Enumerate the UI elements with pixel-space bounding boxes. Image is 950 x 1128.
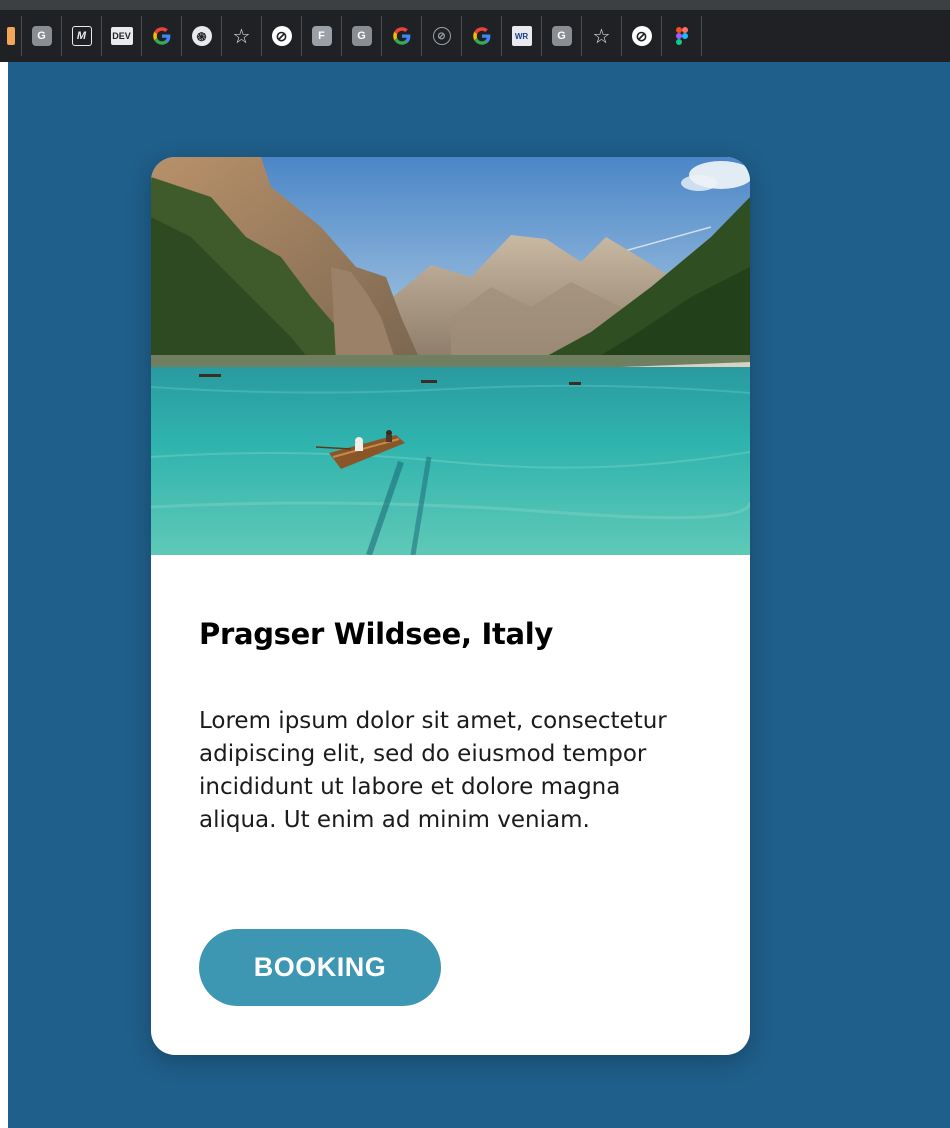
bookmark-g-2[interactable]: G (342, 16, 382, 56)
destination-card: Pragser Wildsee, Italy Lorem ipsum dolor… (151, 157, 750, 1055)
bookmark-g-1[interactable]: G (22, 16, 62, 56)
bookmark-openai[interactable]: ֍ (182, 16, 222, 56)
grey-g-icon: G (31, 26, 52, 46)
page: G M DEV ֍ ☆ ⊘ F G ⊘ WR G ☆ ⊘ Pragser Wil… (0, 0, 950, 1128)
bookmark-compass[interactable]: ⊘ (422, 16, 462, 56)
bookmark-circle-slash-1[interactable]: ⊘ (262, 16, 302, 56)
circle-slash-icon: ⊘ (271, 26, 292, 46)
card-description: Lorem ipsum dolor sit amet, consectetur … (199, 708, 667, 833)
bookmark-circle-slash-2[interactable]: ⊘ (622, 16, 662, 56)
grey-g-icon: G (351, 26, 372, 46)
bookmark-star-1[interactable]: ☆ (222, 16, 262, 56)
circle-slash-icon: ⊘ (631, 26, 652, 46)
bookmark-g-3[interactable]: G (542, 16, 582, 56)
google-icon (472, 27, 490, 45)
grey-f-icon: F (311, 26, 332, 46)
compass-icon: ⊘ (432, 27, 451, 45)
bookmark-orange-page[interactable] (0, 16, 22, 56)
wr-icon: WR (511, 26, 532, 46)
openai-icon: ֍ (191, 26, 212, 46)
orange-page-icon (6, 27, 15, 45)
bookmark-f[interactable]: F (302, 16, 342, 56)
figma-icon (675, 27, 688, 45)
star-icon: ☆ (232, 25, 251, 48)
bookmark-figma[interactable] (662, 16, 702, 56)
bookmark-wr[interactable]: WR (502, 16, 542, 56)
star-icon: ☆ (592, 25, 611, 48)
bookmark-google-1[interactable] (142, 16, 182, 56)
grey-g-icon: G (551, 26, 572, 46)
medium-icon: M (71, 26, 92, 46)
google-icon (152, 27, 170, 45)
card-title: Pragser Wildsee, Italy (199, 617, 554, 651)
google-icon (392, 27, 410, 45)
bookmarks-bar: G M DEV ֍ ☆ ⊘ F G ⊘ WR G ☆ ⊘ (0, 0, 950, 62)
dev-icon: DEV (110, 27, 133, 45)
bookmark-google-3[interactable] (462, 16, 502, 56)
bookmark-medium[interactable]: M (62, 16, 102, 56)
window-edge (0, 0, 8, 1128)
lake-mountain-photo (151, 157, 750, 555)
bookmark-star-2[interactable]: ☆ (582, 16, 622, 56)
bookmark-google-2[interactable] (382, 16, 422, 56)
booking-button[interactable]: BOOKING (199, 929, 441, 1006)
bookmark-dev[interactable]: DEV (102, 16, 142, 56)
